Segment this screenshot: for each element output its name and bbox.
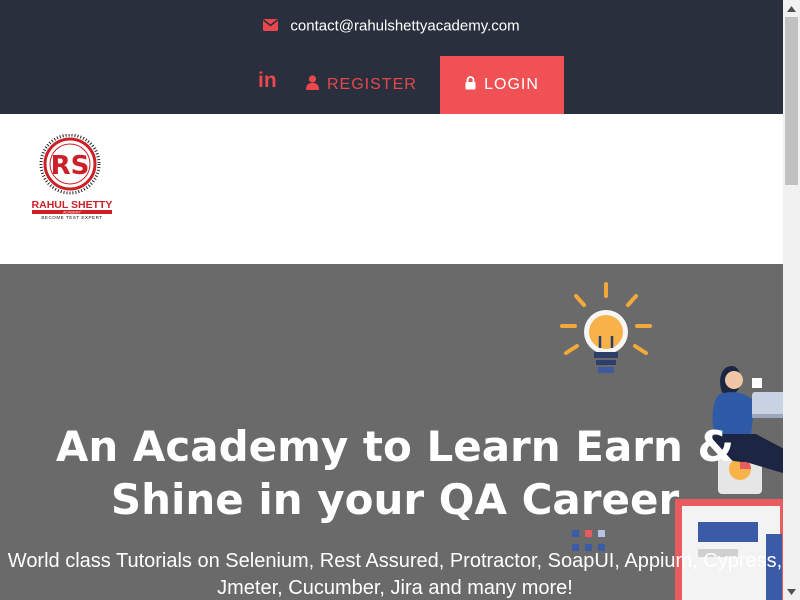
register-link[interactable]: REGISTER <box>306 74 417 96</box>
academy-logo[interactable]: RS RAHUL SHETTY ACADEMY BECOME TEST EXPE… <box>30 133 115 234</box>
logo-monogram: RS <box>51 151 90 181</box>
lightbulb-illustration <box>560 282 652 373</box>
envelope-icon <box>263 18 279 35</box>
hero-title-line1: An Academy to Learn Earn & <box>55 422 735 471</box>
contact-info[interactable]: contact@rahulshettyacademy.com <box>0 17 783 35</box>
scrollbar-thumb[interactable] <box>785 17 798 185</box>
vertical-scrollbar[interactable] <box>783 0 800 600</box>
login-label: LOGIN <box>484 76 539 93</box>
hero-title: An Academy to Learn Earn & Shine in your… <box>0 420 783 526</box>
hero-subtitle-line1: World class Tutorials on Selenium, Rest … <box>7 550 783 572</box>
logo-band: RS RAHUL SHETTY ACADEMY BECOME TEST EXPE… <box>0 114 783 264</box>
scroll-up-arrow-icon[interactable] <box>783 0 800 17</box>
hero-subtitle-line2: Jmeter, Cucumber, Jira and many more! <box>217 577 573 599</box>
hero-section: An Academy to Learn Earn & Shine in your… <box>0 264 783 600</box>
contact-email[interactable]: contact@rahulshettyacademy.com <box>290 18 519 35</box>
scroll-down-arrow-icon[interactable] <box>783 583 800 600</box>
register-label: REGISTER <box>327 76 417 93</box>
logo-tagline: BECOME TEST EXPERT <box>41 215 102 220</box>
linkedin-icon[interactable]: in <box>258 70 280 92</box>
hero-subtitle: World class Tutorials on Selenium, Rest … <box>0 548 783 600</box>
login-button[interactable]: LOGIN <box>440 56 564 114</box>
user-icon <box>306 75 319 95</box>
top-bar: contact@rahulshettyacademy.com in REGIST… <box>0 0 783 114</box>
hero-title-line2: Shine in your QA Career <box>110 475 680 524</box>
lock-icon <box>465 75 476 95</box>
logo-sub: ACADEMY <box>63 210 81 214</box>
logo-name: RAHUL SHETTY <box>32 199 113 211</box>
